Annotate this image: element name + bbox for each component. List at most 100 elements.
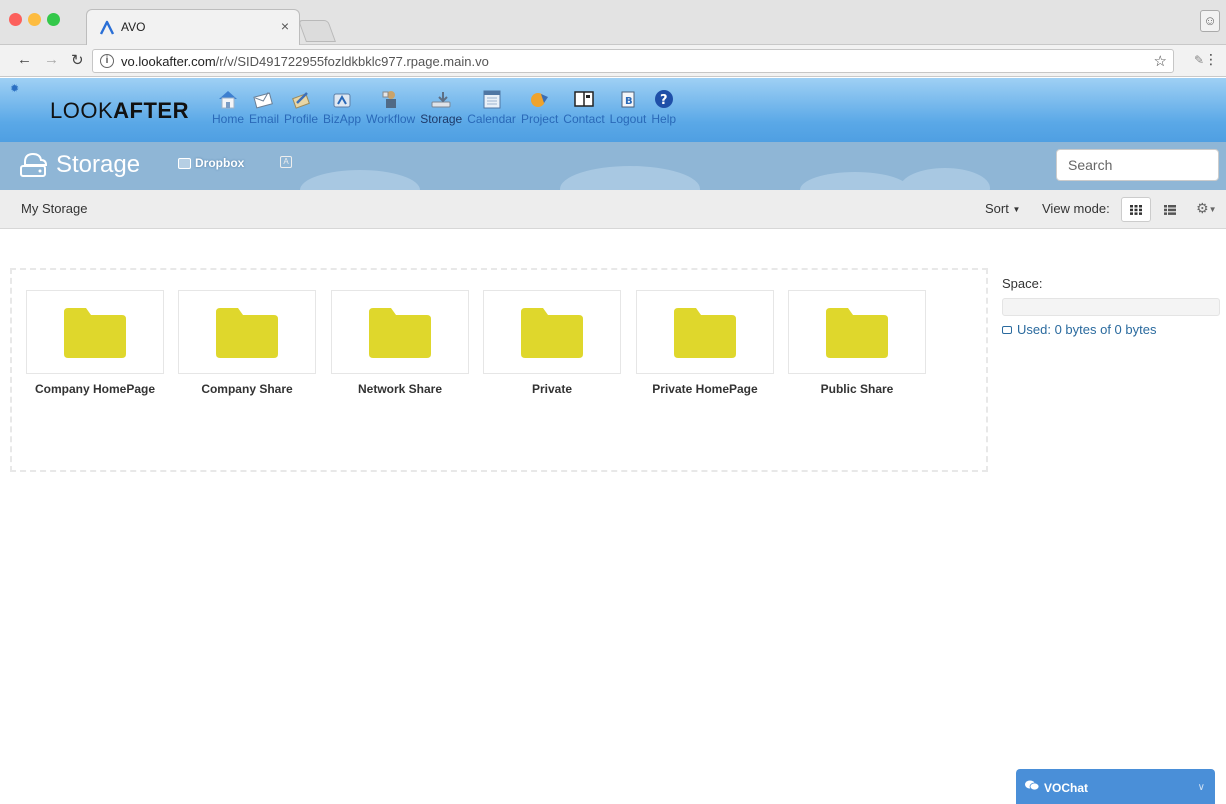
nav-item-help[interactable]: ? Help (651, 88, 676, 126)
tab-close-icon[interactable]: × (281, 18, 289, 34)
calendar-icon (483, 90, 501, 109)
folder-item[interactable]: Public Share (788, 290, 926, 396)
chevron-down-icon[interactable]: ∨ (1198, 782, 1205, 793)
vochat-widget[interactable]: VOChat ∨ (1016, 769, 1215, 804)
folder-item[interactable]: Private (483, 290, 621, 396)
folder-icon (216, 308, 278, 358)
browser-tab-bar: AVO × ☺ (0, 0, 1226, 45)
dropbox-link[interactable]: Dropbox (178, 156, 244, 170)
profile-icon (292, 92, 310, 109)
space-panel: Space: Used: 0 bytes of 0 bytes (1002, 276, 1220, 337)
folder-card[interactable] (788, 290, 926, 374)
contact-icon (574, 91, 594, 107)
browser-menu-icon[interactable]: ⋮ (1204, 51, 1218, 68)
email-icon (253, 92, 273, 109)
nav-item-home[interactable]: Home (212, 88, 244, 126)
tab-title: AVO (121, 20, 146, 34)
folder-item[interactable]: Network Share (331, 290, 469, 396)
storage-title-text: Storage (56, 151, 141, 178)
cloud-decoration (900, 168, 990, 190)
space-label: Space: (1002, 276, 1043, 291)
nav-label: Workflow (366, 112, 416, 126)
caret-down-icon: ▼ (1012, 205, 1021, 215)
minimize-window-button[interactable] (28, 13, 41, 26)
grid-icon (1130, 204, 1142, 215)
folder-name[interactable]: Private (483, 382, 621, 396)
dropbox-icon (178, 157, 191, 169)
nav-label: Help (651, 112, 677, 126)
settings-dropdown[interactable]: ⚙▼ (1196, 200, 1216, 217)
dropbox-label: Dropbox (195, 156, 245, 170)
nav-item-project[interactable]: Project (521, 88, 558, 126)
home-icon (219, 91, 237, 109)
back-icon[interactable]: ← (17, 51, 32, 68)
nav-item-logout[interactable]: B Logout (610, 88, 646, 126)
space-used-link[interactable]: Used: 0 bytes of 0 bytes (1002, 322, 1220, 337)
help-icon: ? (654, 90, 673, 108)
nav-item-storage[interactable]: Storage (420, 88, 462, 126)
folder-name[interactable]: Company Share (178, 382, 316, 396)
gear-icon[interactable]: ✹ (10, 82, 19, 95)
search-input[interactable] (1056, 149, 1219, 181)
url-text: vo.lookafter.com/r/v/SID491722955fozldkb… (121, 54, 489, 69)
reload-icon[interactable]: ↻ (71, 51, 84, 69)
breadcrumb[interactable]: My Storage (21, 201, 87, 216)
nav-label: Profile (284, 112, 319, 126)
sort-dropdown[interactable]: Sort ▼ (985, 201, 1020, 216)
nav-item-profile[interactable]: Profile (284, 88, 318, 126)
nav-item-calendar[interactable]: Calendar (467, 88, 516, 126)
forward-icon[interactable]: → (44, 51, 59, 68)
nav-item-contact[interactable]: Contact (563, 88, 605, 126)
folder-item[interactable]: Company Share (178, 290, 316, 396)
nav-label: Contact (563, 112, 605, 126)
nav-label: Home (212, 112, 245, 126)
extension-icon[interactable]: ✎ (1194, 53, 1204, 67)
folder-card[interactable] (26, 290, 164, 374)
folder-card[interactable] (178, 290, 316, 374)
nav-label: Calendar (467, 112, 516, 126)
storage-title: Storage (18, 150, 140, 180)
folder-drop-zone[interactable]: Company HomePage Company Share Network S… (10, 268, 988, 472)
nav-item-email[interactable]: Email (249, 88, 279, 126)
folder-card[interactable] (636, 290, 774, 374)
folder-card[interactable] (331, 290, 469, 374)
vochat-label: VOChat (1044, 781, 1089, 795)
folder-item[interactable]: Private HomePage (636, 290, 774, 396)
folder-icon (826, 308, 888, 358)
new-tab-button[interactable] (297, 20, 337, 42)
browser-tab[interactable]: AVO × (86, 9, 300, 45)
bookmark-star-icon[interactable]: ☆ (1154, 52, 1167, 70)
folder-icon (521, 308, 583, 358)
folder-item[interactable]: Company HomePage (26, 290, 164, 396)
hdd-icon (1002, 325, 1012, 334)
folder-card[interactable] (483, 290, 621, 374)
close-window-button[interactable] (9, 13, 22, 26)
browser-address-bar: ← → ↻ i vo.lookafter.com/r/v/SID49172295… (0, 45, 1226, 77)
folder-name[interactable]: Public Share (788, 382, 926, 396)
url-input[interactable]: i vo.lookafter.com/r/v/SID491722955fozld… (92, 49, 1174, 73)
list-view-button[interactable] (1155, 197, 1185, 222)
folder-name[interactable]: Company HomePage (26, 382, 164, 396)
browser-profile-icon[interactable]: ☺ (1200, 10, 1220, 32)
site-info-icon[interactable]: i (100, 54, 114, 68)
storage-banner: Storage Dropbox A (0, 142, 1226, 190)
cloud-decoration (800, 172, 910, 190)
workflow-icon (382, 91, 396, 108)
translate-icon[interactable]: A (280, 156, 292, 168)
chat-bubbles-icon (1025, 780, 1039, 791)
project-icon (530, 93, 548, 107)
nav-label: BizApp (323, 112, 362, 126)
zoom-window-button[interactable] (47, 13, 60, 26)
logo-bold-text: AFTER (113, 98, 189, 123)
nav-item-bizapp[interactable]: BizApp (323, 88, 361, 126)
url-host: vo.lookafter.com (121, 54, 216, 69)
nav-item-workflow[interactable]: Workflow (366, 88, 415, 126)
logo-light-text: LOOK (50, 98, 114, 123)
folder-name[interactable]: Network Share (331, 382, 469, 396)
cloud-decoration (560, 166, 700, 190)
grid-view-button[interactable] (1121, 197, 1151, 222)
cog-icon: ⚙ (1196, 200, 1209, 216)
folder-name[interactable]: Private HomePage (636, 382, 774, 396)
url-path: /r/v/SID491722955fozldkbklc977.rpage.mai… (215, 54, 489, 69)
lookafter-logo[interactable]: LOOKAFTER (50, 98, 189, 124)
